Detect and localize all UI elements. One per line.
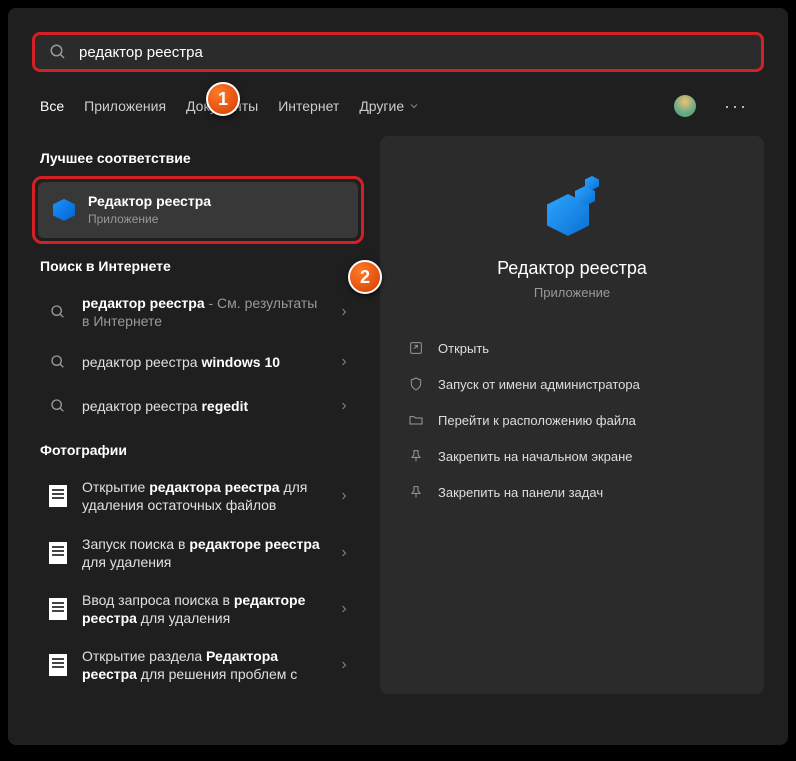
regedit-icon <box>52 198 76 222</box>
best-match-highlight: Редактор реестра Приложение <box>32 176 364 244</box>
app-type: Приложение <box>534 285 610 300</box>
best-match-subtitle: Приложение <box>88 212 344 228</box>
photo-result-item[interactable]: Открытие редактора реестра для удаления … <box>32 468 364 524</box>
document-icon <box>49 485 67 507</box>
action-file-location[interactable]: Перейти к расположению файла <box>404 404 740 436</box>
photos-header: Фотографии <box>32 428 364 468</box>
chevron-right-icon <box>338 400 350 412</box>
best-match-item[interactable]: Редактор реестра Приложение <box>38 182 358 238</box>
filter-tabs: Все Приложения Документы Интернет Другие… <box>8 84 788 128</box>
photo-result-item[interactable]: Ввод запроса поиска в редакторе реестра … <box>32 581 364 637</box>
web-result-term: редактор реестра <box>82 295 205 311</box>
web-result-bold: regedit <box>201 398 248 414</box>
web-result-prefix: редактор реестра <box>82 398 201 414</box>
action-label: Закрепить на панели задач <box>438 485 603 500</box>
annotation-badge-2: 2 <box>348 260 382 294</box>
open-icon <box>408 340 424 356</box>
search-bar <box>32 32 764 72</box>
pin-icon <box>408 484 424 500</box>
web-result-bold: windows 10 <box>201 354 280 370</box>
action-list: Открыть Запуск от имени администратора П… <box>404 332 740 508</box>
annotation-badge-1: 1 <box>206 82 240 116</box>
user-avatar[interactable] <box>674 95 696 117</box>
document-icon <box>49 654 67 676</box>
chevron-right-icon <box>338 603 350 615</box>
action-pin-start[interactable]: Закрепить на начальном экране <box>404 440 740 472</box>
tab-web[interactable]: Интернет <box>278 92 339 120</box>
chevron-right-icon <box>338 306 350 318</box>
tab-apps[interactable]: Приложения <box>84 92 166 120</box>
chevron-right-icon <box>338 659 350 671</box>
results-pane: Лучшее соответствие Редактор реестра При… <box>32 136 364 694</box>
pin-icon <box>408 448 424 464</box>
tab-more-label: Другие <box>359 98 404 114</box>
tab-more[interactable]: Другие <box>359 92 420 120</box>
best-match-header: Лучшее соответствие <box>32 136 364 176</box>
action-run-admin[interactable]: Запуск от имени администратора <box>404 368 740 400</box>
search-icon <box>50 354 66 370</box>
more-options-button[interactable]: ··· <box>716 96 756 117</box>
action-pin-taskbar[interactable]: Закрепить на панели задач <box>404 476 740 508</box>
details-pane: Редактор реестра Приложение Открыть Запу… <box>380 136 764 694</box>
web-result-prefix: редактор реестра <box>82 354 201 370</box>
action-label: Перейти к расположению файла <box>438 413 636 428</box>
chevron-right-icon <box>338 490 350 502</box>
document-icon <box>49 542 67 564</box>
action-label: Запуск от имени администратора <box>438 377 640 392</box>
action-open[interactable]: Открыть <box>404 332 740 364</box>
chevron-right-icon <box>338 356 350 368</box>
photo-result-item[interactable]: Запуск поиска в редакторе реестра для уд… <box>32 525 364 581</box>
search-window: Все Приложения Документы Интернет Другие… <box>8 8 788 745</box>
tab-all[interactable]: Все <box>40 92 64 120</box>
best-match-title: Редактор реестра <box>88 192 344 210</box>
folder-icon <box>408 412 424 428</box>
app-icon-large <box>541 176 603 238</box>
app-title: Редактор реестра <box>497 258 647 279</box>
chevron-down-icon <box>408 100 420 112</box>
search-icon <box>50 304 66 320</box>
web-result-item[interactable]: редактор реестра windows 10 <box>32 340 364 384</box>
web-result-item[interactable]: редактор реестра regedit <box>32 384 364 428</box>
shield-icon <box>408 376 424 392</box>
photo-result-item[interactable]: Открытие раздела Редактора реестра для р… <box>32 637 364 693</box>
web-search-header: Поиск в Интернете <box>32 244 364 284</box>
chevron-right-icon <box>338 547 350 559</box>
search-input[interactable] <box>79 44 747 61</box>
search-icon <box>49 43 67 61</box>
action-label: Закрепить на начальном экране <box>438 449 633 464</box>
search-icon <box>50 398 66 414</box>
document-icon <box>49 598 67 620</box>
action-label: Открыть <box>438 341 489 356</box>
web-result-item[interactable]: редактор реестра - См. результаты в Инте… <box>32 284 364 340</box>
